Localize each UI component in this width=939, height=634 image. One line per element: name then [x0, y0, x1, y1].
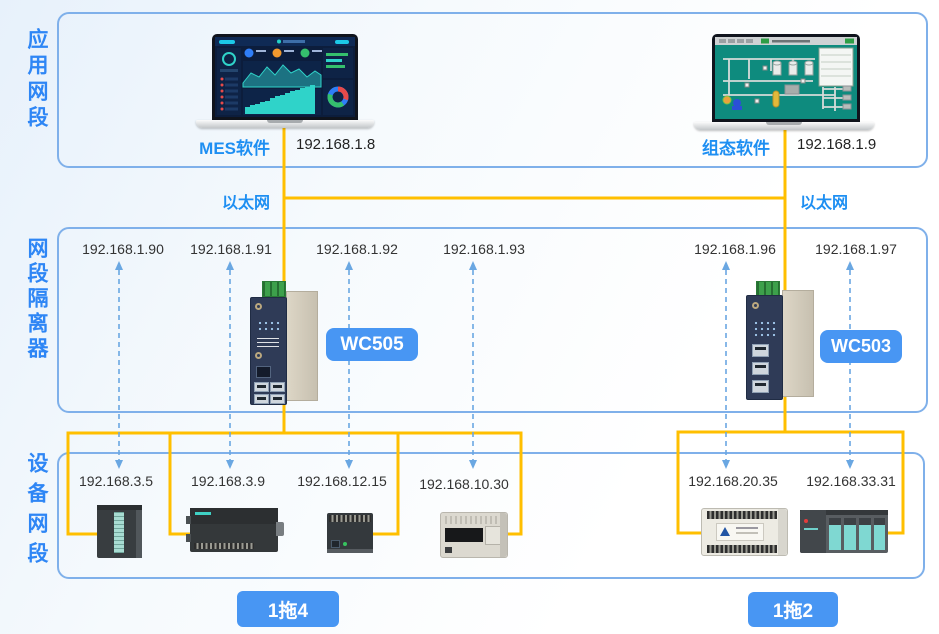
ip-label: 192.168.20.35	[673, 473, 793, 489]
ethernet-label-right: 以太网	[800, 189, 848, 213]
ip-label: 192.168.10.30	[404, 476, 524, 492]
ip-label: 192.168.3.5	[56, 473, 176, 489]
ip-label: 192.168.1.96	[675, 241, 795, 257]
ip-label: 192.168.1.97	[796, 241, 916, 257]
ip-label: 192.168.12.15	[282, 473, 402, 489]
ip-label: 192.168.1.92	[297, 241, 417, 257]
ip-label: 192.168.1.90	[63, 241, 183, 257]
scada-software-label: 组态软件	[660, 134, 770, 159]
group-1to2-badge: 1拖2	[748, 592, 838, 627]
ip-label: 192.168.3.9	[168, 473, 288, 489]
mes-ip-label: 192.168.1.8	[296, 136, 375, 153]
mes-software-label: MES软件	[160, 134, 270, 159]
wc503-badge: WC503	[820, 330, 902, 363]
scada-ip-label: 192.168.1.9	[797, 136, 876, 153]
network-topology-diagram: 应用网段 网段隔离器 设备网段	[0, 0, 939, 634]
group-1to4-badge: 1拖4	[237, 591, 339, 627]
ip-label: 192.168.1.93	[424, 241, 544, 257]
wc505-badge: WC505	[326, 328, 418, 361]
ethernet-label-left: 以太网	[180, 189, 270, 213]
ip-label: 192.168.33.31	[791, 473, 911, 489]
ip-label: 192.168.1.91	[171, 241, 291, 257]
